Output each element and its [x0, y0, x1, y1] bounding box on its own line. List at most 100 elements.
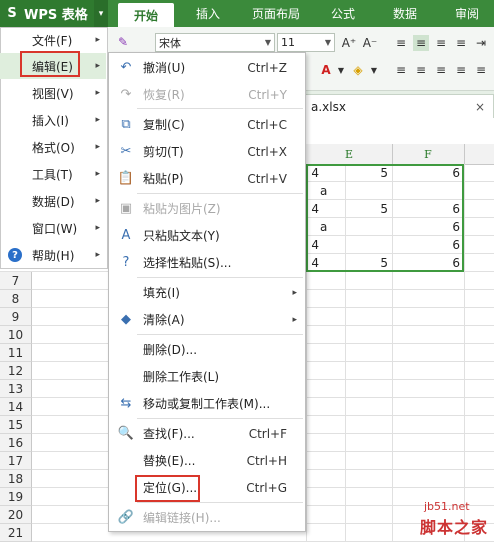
text-orientation-icon[interactable]: ≡	[453, 35, 469, 51]
chevron-down-icon[interactable]: ▼	[366, 62, 382, 78]
menu-window[interactable]: 窗口(W) ▸	[0, 215, 106, 241]
menu-item-delete-sheet[interactable]: 删除工作表(L)	[109, 363, 305, 390]
menu-item-copy[interactable]: ⧉ 复制(C) Ctrl+C	[109, 111, 305, 138]
distributed-icon[interactable]: ≡	[473, 62, 489, 78]
menu-item-delete[interactable]: 删除(D)...	[109, 336, 305, 363]
menu-item-replace[interactable]: 替换(E)... Ctrl+H	[109, 447, 305, 474]
menu-item-label: 恢复(R)	[143, 88, 185, 102]
menu-data[interactable]: 数据(D) ▸	[0, 188, 106, 214]
align-bottom-icon[interactable]: ≡	[433, 35, 449, 51]
chevron-right-icon: ▸	[292, 314, 297, 325]
tab-insert[interactable]: 插入	[182, 0, 234, 27]
menu-view[interactable]: 视图(V) ▸	[0, 80, 106, 106]
font-grow-icon[interactable]: A⁺	[340, 35, 358, 51]
column-header-f[interactable]: F	[392, 144, 464, 164]
tab-formulas[interactable]: 公式	[318, 0, 368, 27]
align-middle-icon[interactable]: ≡	[413, 35, 429, 51]
menu-format[interactable]: 格式(O) ▸	[0, 134, 106, 160]
watermark-site: jb51.net	[424, 500, 470, 513]
menu-item-move-copy-sheet[interactable]: ⇆ 移动或复制工作表(M)...	[109, 390, 305, 417]
chevron-down-icon[interactable]: ▾	[94, 0, 108, 27]
move-sheet-icon: ⇆	[120, 396, 132, 411]
menu-item-find[interactable]: 🔍 查找(F)... Ctrl+F	[109, 420, 305, 447]
menu-help[interactable]: ? 帮助(H) ▸	[0, 242, 106, 268]
font-shrink-icon[interactable]: A⁻	[361, 35, 379, 51]
menu-item-shortcut: Ctrl+G	[246, 480, 287, 495]
chevron-right-icon: ▸	[95, 142, 100, 152]
wps-app-menu-button[interactable]: S WPS 表格 ▾	[0, 0, 108, 27]
document-tab-name: a.xlsx	[311, 99, 346, 114]
menu-file[interactable]: 文件(F) ▸	[0, 27, 106, 53]
column-header-e[interactable]: E	[306, 144, 392, 164]
column-header-g[interactable]	[464, 144, 494, 164]
font-name-select[interactable]: 宋体 ▼	[155, 33, 275, 52]
row-number[interactable]: 7	[0, 272, 32, 290]
align-right-icon[interactable]: ≡	[433, 62, 449, 78]
tab-page-layout[interactable]: 页面布局	[244, 0, 308, 27]
menu-insert-label: 插入(I)	[32, 113, 69, 128]
row-number[interactable]: 11	[0, 344, 32, 362]
menu-item-fill[interactable]: 填充(I) ▸	[109, 279, 305, 306]
menu-item-cut[interactable]: ✂ 剪切(T) Ctrl+X	[109, 138, 305, 165]
format-painter-icon[interactable]: ✎	[115, 34, 131, 50]
menu-item-clear[interactable]: ◆ 清除(A) ▸	[109, 306, 305, 333]
scissors-icon: ✂	[120, 144, 132, 159]
menu-separator	[137, 193, 303, 194]
eraser-icon: ◆	[121, 312, 131, 327]
row-number[interactable]: 10	[0, 326, 32, 344]
menu-item-edit-links[interactable]: 🔗 编辑链接(H)...	[109, 504, 305, 531]
menu-item-redo[interactable]: ↷ 恢复(R) Ctrl+Y	[109, 81, 305, 108]
tab-data[interactable]: 数据	[380, 0, 430, 27]
row-number[interactable]: 13	[0, 380, 32, 398]
menu-item-paste-text-only[interactable]: A 只粘贴文本(Y)	[109, 222, 305, 249]
font-color-icon[interactable]: A	[318, 62, 334, 78]
menu-item-paste-special[interactable]: ? 选择性粘贴(S)...	[109, 249, 305, 276]
row-number[interactable]: 18	[0, 470, 32, 488]
align-top-icon[interactable]: ≡	[393, 35, 409, 51]
chevron-down-icon[interactable]: ▼	[333, 62, 349, 78]
menu-item-undo[interactable]: ↶ 撤消(U) Ctrl+Z	[109, 54, 305, 81]
tab-home[interactable]: 开始	[118, 3, 174, 27]
menu-separator	[137, 108, 303, 109]
wrap-text-icon[interactable]: ⇥	[473, 35, 489, 51]
tab-review[interactable]: 审阅	[442, 0, 492, 27]
menu-format-label: 格式(O)	[32, 140, 75, 155]
redo-icon: ↷	[120, 87, 132, 102]
menu-insert[interactable]: 插入(I) ▸	[0, 107, 106, 133]
menu-file-label: 文件(F)	[32, 33, 73, 48]
align-center-icon[interactable]: ≡	[413, 62, 429, 78]
font-size-select[interactable]: 11 ▼	[277, 33, 335, 52]
highlight-box	[20, 51, 80, 77]
menu-item-label: 删除工作表(L)	[143, 370, 220, 384]
row-number[interactable]: 12	[0, 362, 32, 380]
wps-logo-icon: S	[7, 6, 17, 21]
menu-tools[interactable]: 工具(T) ▸	[0, 161, 106, 187]
row-number[interactable]: 17	[0, 452, 32, 470]
menu-item-paste-as-picture[interactable]: ▣ 粘贴为图片(Z)	[109, 195, 305, 222]
row-number[interactable]: 20	[0, 506, 32, 524]
link-icon: 🔗	[117, 510, 135, 525]
row-number[interactable]: 16	[0, 434, 32, 452]
align-left-icon[interactable]: ≡	[393, 62, 409, 78]
menu-item-shortcut: Ctrl+Z	[247, 60, 287, 75]
chevron-down-icon: ▼	[324, 38, 332, 47]
fill-color-icon[interactable]: ◈	[350, 62, 366, 78]
menu-data-label: 数据(D)	[32, 194, 75, 209]
menu-item-shortcut: Ctrl+C	[247, 117, 287, 132]
row-number[interactable]: 14	[0, 398, 32, 416]
row-number[interactable]: 9	[0, 308, 32, 326]
row-number[interactable]: 19	[0, 488, 32, 506]
menu-item-shortcut: Ctrl+X	[247, 144, 287, 159]
document-tab[interactable]: a.xlsx ×	[300, 94, 494, 118]
paste-text-icon: A	[121, 228, 131, 243]
font-size-value: 11	[281, 36, 295, 49]
menu-item-paste[interactable]: 📋 粘贴(P) Ctrl+V	[109, 165, 305, 192]
font-name-value: 宋体	[159, 36, 181, 50]
menu-separator	[137, 502, 303, 503]
justify-icon[interactable]: ≡	[453, 62, 469, 78]
close-icon[interactable]: ×	[475, 100, 485, 114]
row-number[interactable]: 21	[0, 524, 32, 542]
row-number[interactable]: 15	[0, 416, 32, 434]
menu-tools-label: 工具(T)	[32, 167, 73, 182]
row-number[interactable]: 8	[0, 290, 32, 308]
